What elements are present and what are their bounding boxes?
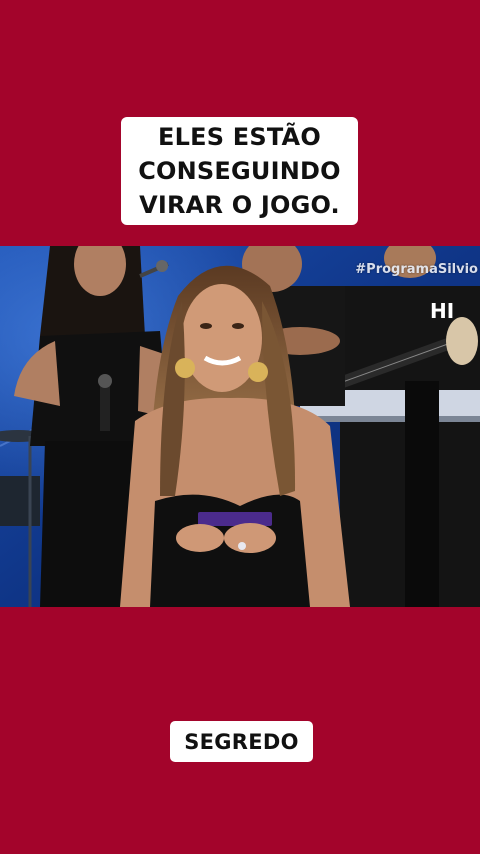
top-caption-line-3: VIRAR O JOGO. [139,191,340,219]
stage-scene: HI [0,246,480,607]
bottom-caption: SEGREDO [170,721,313,762]
top-caption-line-2: CONSEGUINDO [138,157,341,185]
video-frame[interactable]: HI [0,246,480,607]
program-hashtag: #ProgramaSilvio [355,262,478,277]
top-caption: ELES ESTÃO CONSEGUINDO VIRAR O JOGO. [121,117,358,225]
svg-text:HI: HI [430,299,454,323]
top-caption-text: ELES ESTÃO CONSEGUINDO VIRAR O JOGO. [138,120,341,222]
top-caption-line-1: ELES ESTÃO [158,123,321,151]
